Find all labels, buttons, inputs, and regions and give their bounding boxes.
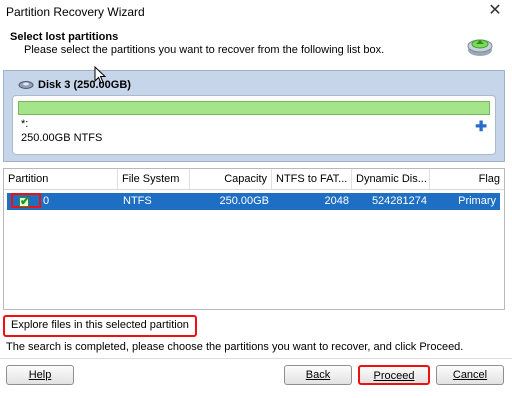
cell-capacity: 250.00GB — [219, 195, 269, 207]
wizard-header: Select lost partitions Please select the… — [0, 24, 512, 68]
checkmark-icon: ✔ — [20, 194, 31, 208]
disk-recovery-icon — [467, 39, 493, 56]
cell-dynamic-disk: 524281274 — [371, 195, 427, 207]
partition-bar[interactable] — [18, 101, 490, 115]
column-capacity[interactable]: Capacity — [190, 169, 272, 189]
help-button[interactable]: Help — [6, 365, 74, 385]
table-row[interactable]: ✔ 0 NTFS 250.00GB 2048 524281274 Primary — [7, 193, 500, 210]
title-bar: Partition Recovery Wizard ✕ — [0, 0, 512, 24]
step-title: Select lost partitions — [10, 31, 119, 43]
back-button-label: Back — [305, 369, 331, 381]
partition-map[interactable]: *: 250.00GB NTFS ✚ — [12, 95, 496, 155]
mouse-cursor-icon — [94, 66, 106, 84]
back-button[interactable]: Back — [284, 365, 352, 385]
proceed-button[interactable]: Proceed — [358, 365, 430, 385]
window-title: Partition Recovery Wizard — [6, 5, 145, 19]
hard-disk-icon — [18, 81, 34, 89]
proceed-button-label: Proceed — [373, 370, 415, 382]
list-header: Partition File System Capacity NTFS to F… — [4, 169, 504, 190]
partition-list: Partition File System Capacity NTFS to F… — [3, 168, 505, 310]
cancel-button-label: Cancel — [452, 369, 488, 381]
disk-label-text: Disk 3 (250.00GB) — [38, 79, 131, 91]
column-file-system[interactable]: File System — [118, 169, 190, 189]
partition-recovery-wizard-window: Partition Recovery Wizard ✕ Select lost … — [0, 0, 512, 398]
status-text: The search is completed, please choose t… — [6, 341, 464, 353]
disk-map-panel: Disk 3 (250.00GB) *: 250.00GB NTFS ✚ — [3, 70, 505, 162]
plus-icon[interactable]: ✚ — [475, 118, 487, 135]
step-subtitle: Please select the partitions you want to… — [24, 44, 385, 56]
checkbox-highlight: ✔ — [11, 193, 41, 208]
close-icon[interactable]: ✕ — [486, 2, 504, 20]
partition-checkbox[interactable]: ✔ — [19, 194, 31, 208]
cell-file-system: NTFS — [123, 195, 152, 207]
cell-partition: 0 — [43, 195, 50, 207]
partition-info: 250.00GB NTFS — [21, 132, 103, 144]
column-ntfs-to-fat[interactable]: NTFS to FAT... — [272, 169, 352, 189]
explore-files-link[interactable]: Explore files in this selected partition — [3, 315, 197, 337]
divider — [0, 358, 512, 359]
partition-name: *: — [21, 118, 29, 130]
column-flag[interactable]: Flag — [430, 169, 504, 189]
cell-flag: Primary — [458, 195, 496, 207]
disk-label[interactable]: Disk 3 (250.00GB) — [18, 79, 131, 91]
help-button-label: Help — [28, 369, 52, 381]
cell-ntfs-to-fat: 2048 — [324, 195, 349, 207]
column-dynamic-disk[interactable]: Dynamic Dis... — [352, 169, 430, 189]
column-partition[interactable]: Partition — [4, 169, 118, 189]
cancel-button[interactable]: Cancel — [436, 365, 504, 385]
